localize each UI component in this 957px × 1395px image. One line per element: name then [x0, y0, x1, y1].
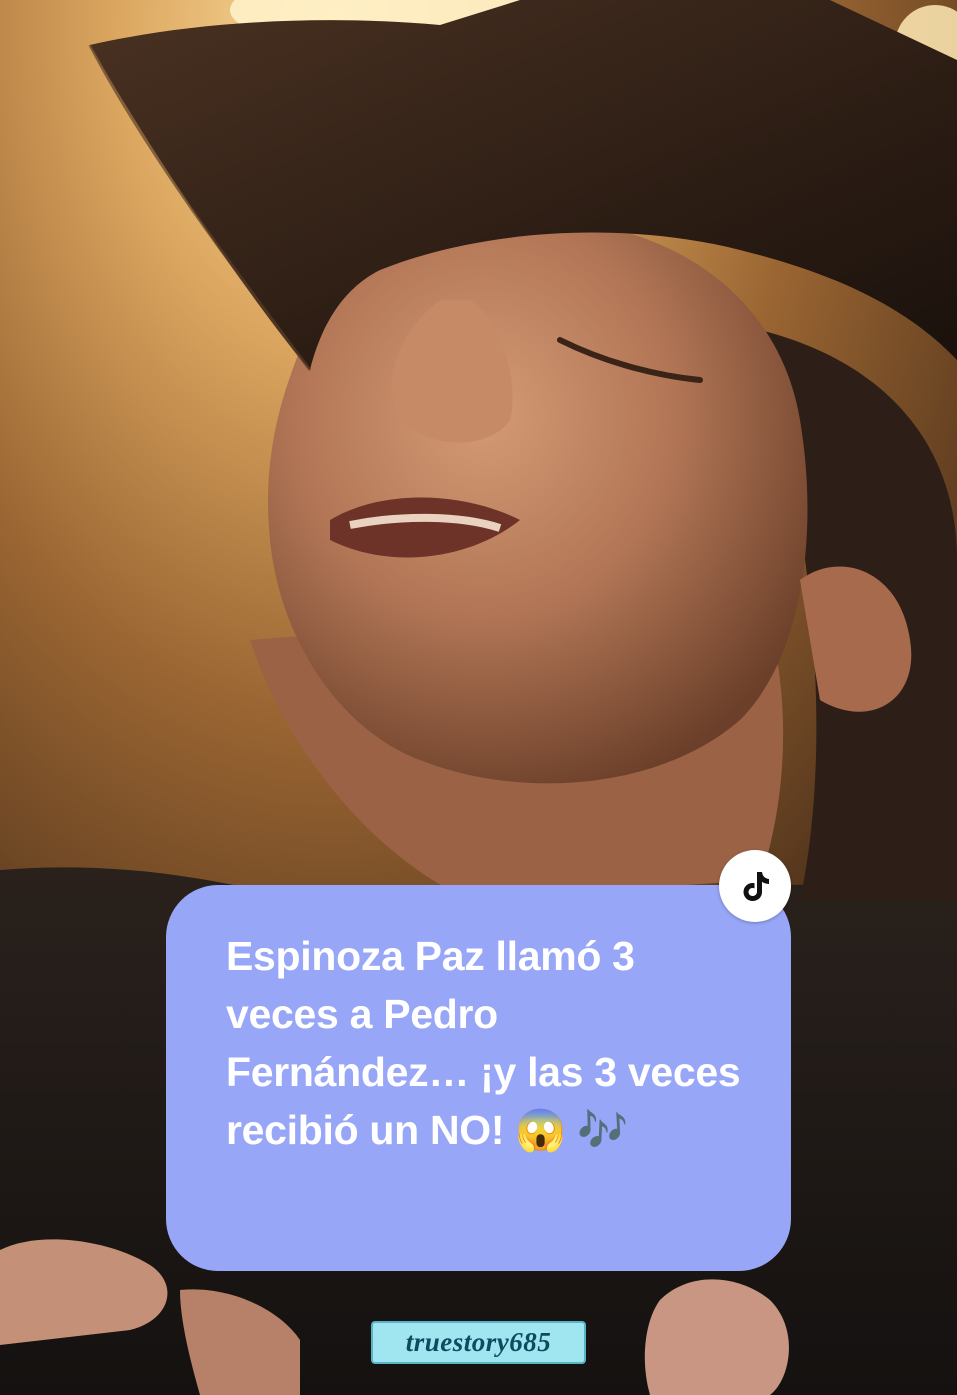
caption-text: Espinoza Paz llamó 3 veces a Pedro Ferná…	[226, 933, 741, 1153]
creator-handle: truestory685	[405, 1327, 552, 1357]
tiktok-icon	[743, 872, 769, 901]
tiktok-badge	[719, 850, 791, 922]
caption-card: Espinoza Paz llamó 3 veces a Pedro Ferná…	[166, 885, 791, 1271]
creator-handle-tag: truestory685	[371, 1321, 586, 1364]
